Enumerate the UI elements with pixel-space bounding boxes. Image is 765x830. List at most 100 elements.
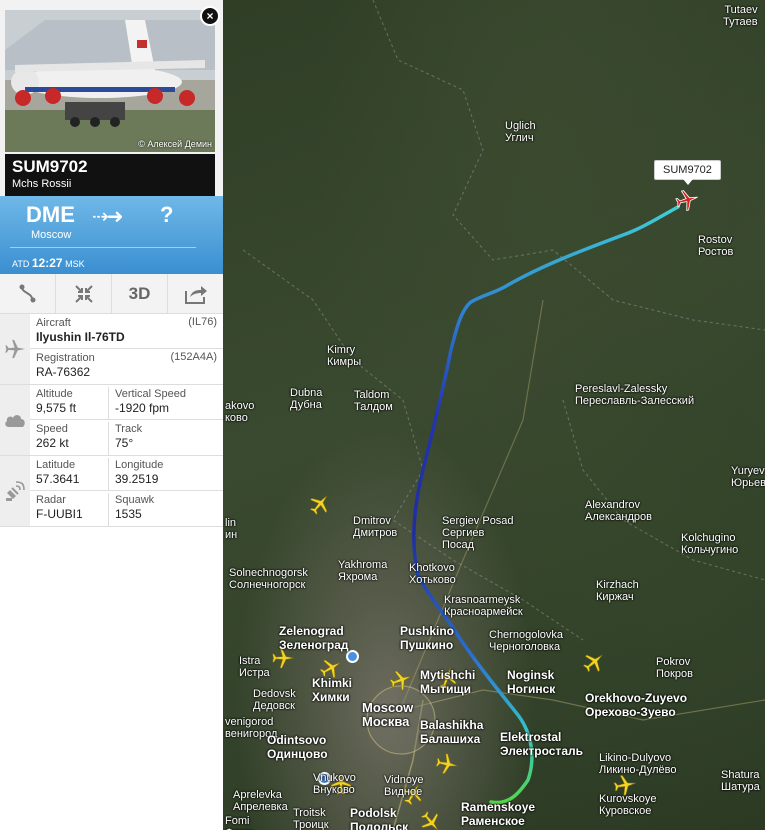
city-name-sergiev: Sergiev Posad Сергиев Посад [442, 515, 514, 551]
city-label-troitsk: Troitsk Троицк [293, 807, 329, 830]
city-label-akovo: akovo ково [225, 400, 254, 424]
city-name-pushkino: Pushkino Пушкино [400, 624, 455, 652]
city-label-aprelevka: Aprelevka Апрелевка [233, 789, 288, 813]
speed-value: 262 kt [36, 436, 69, 450]
aircraft-section-icon [0, 314, 30, 384]
collapse-button[interactable] [56, 274, 112, 313]
origin-airport-code[interactable]: DME [26, 202, 75, 228]
flight-details: Aircraft Ilyushin Il-76TD (IL76) Registra… [0, 314, 223, 527]
city-label-tutaev: Tutaev Тутаев [723, 4, 758, 28]
city-name-dubna: Dubna Дубна [290, 387, 323, 411]
destination-airport-code: ? [160, 202, 174, 227]
aircraft-label: Aircraft [36, 317, 71, 329]
city-label-dmitrov: Dmitrov Дмитров [353, 515, 397, 539]
latitude-value: 57.3641 [36, 472, 80, 486]
city-label-dedovsk: Dedovsk Дедовск [253, 688, 296, 712]
city-name-krasnoarm: Krasnoarmeysk Красноармейск [444, 594, 523, 618]
city-name-zelenograd: Zelenograd Зеленоград [279, 624, 349, 652]
map[interactable]: SUM9702 Tutaev Тутаев Uglich Углич Rostov Р… [223, 0, 765, 830]
city-label-uglich: Uglich Углич [505, 120, 536, 144]
aircraft-icon[interactable] [389, 668, 413, 692]
city-label-dubna: Dubna Дубна [290, 387, 322, 411]
airline-name: Mchs Rossii [12, 178, 72, 190]
flight-tag[interactable]: SUM9702 [654, 160, 721, 185]
city-name-kimry: Kimry Кимры [327, 344, 362, 368]
city-name-akovo: akovo ково [225, 400, 255, 424]
city-label-kirzhach: Kirzhach Киржач [596, 579, 639, 603]
city-label-pereslavl: Pereslavl-Zalessky Переславль-Залесский [575, 383, 694, 407]
track-label: Track [115, 423, 143, 435]
aircraft-icon[interactable] [308, 492, 332, 516]
city-name-lin: lin ин [225, 517, 238, 541]
aircraft-row: Aircraft Ilyushin Il-76TD (IL76) [30, 314, 223, 349]
city-name-kolchugino: Kolchugino Кольчугино [681, 532, 739, 556]
city-label-chernogol: Chernogolovka Черноголовка [489, 629, 563, 653]
city-name-dmitrov: Dmitrov Дмитров [353, 515, 398, 539]
aircraft-value: Ilyushin Il-76TD [36, 330, 125, 344]
city-label-krasnoarm: Krasnoarmeysk Красноармейск [444, 594, 523, 618]
flight-info-panel: © Алексей Демин SUM9702 Mchs Rossii × DM… [0, 0, 223, 830]
view-3d-button[interactable]: 3D [112, 274, 168, 313]
city-label-moscow: Moscow Москва [362, 701, 413, 729]
collapse-icon [74, 284, 93, 303]
city-label-taldom: Taldom Талдом [354, 389, 393, 413]
city-name-yuryev: YuryevЮрьев-П [731, 465, 765, 489]
registration-code: (152A4A) [170, 351, 217, 363]
city-name-elektrostal: Elektrostal Электросталь [500, 730, 583, 758]
city-name-dedovsk: Dedovsk Дедовск [253, 688, 296, 712]
city-label-elektrostal: Elektrostal Электросталь [500, 730, 583, 758]
city-name-khimki: Khimki Химки [312, 676, 353, 704]
city-label-rostov: Rostov Ростов [698, 234, 733, 258]
aircraft-code: (IL76) [188, 316, 217, 328]
city-name-pokrov: Pokrov Покров [656, 656, 693, 680]
share-button[interactable] [168, 274, 223, 313]
cloud-icon [5, 415, 25, 427]
city-name-yakhroma: Yakhroma Яхрома [338, 559, 388, 583]
city-label-lin: lin ин [225, 517, 237, 541]
atd-label: ATD [12, 259, 30, 269]
squawk-value: 1535 [115, 507, 142, 521]
aircraft-icon[interactable] [435, 752, 459, 776]
airplane-icon [5, 339, 26, 359]
city-name-taldom: Taldom Талдом [354, 389, 393, 413]
city-label-yuryev: YuryevЮрьев-П [731, 465, 765, 489]
radar-label: Radar [36, 494, 66, 506]
aircraft-icon[interactable] [419, 810, 443, 830]
city-name-khotkovo: Khotkovo Хотьково [409, 562, 456, 586]
city-name-podolsk: Podolsk Подольск [350, 806, 409, 830]
aircraft-photo[interactable]: © Алексей Демин [5, 10, 215, 152]
city-name-aprelevka: Aprelevka Апрелевка [233, 789, 288, 813]
radar-value: F-UUBI1 [36, 507, 83, 521]
city-name-odintsovo: Odintsovo Одинцово [267, 733, 328, 761]
registration-label: Registration [36, 352, 95, 364]
selected-aircraft-icon[interactable] [675, 188, 699, 212]
city-name-vnukovo: Vnukovo Внуково [313, 772, 356, 796]
city-label-kolchugino: Kolchugino Кольчугино [681, 532, 738, 556]
city-label-yakhroma: Yakhroma Яхрома [338, 559, 387, 583]
city-label-balashikha: Balashikha Балашиха [420, 718, 483, 746]
city-name-kirzhach: Kirzhach Киржач [596, 579, 639, 603]
city-label-noginsk: Noginsk Ногинск [507, 668, 555, 696]
atd-timezone: MSK [65, 259, 85, 269]
city-name-istra: Istra Истра [239, 655, 270, 679]
longitude-label: Longitude [115, 459, 164, 471]
route-divider [10, 247, 196, 248]
city-label-odintsovo: Odintsovo Одинцово [267, 733, 328, 761]
aircraft-icon[interactable] [582, 650, 606, 674]
route-icon [19, 284, 35, 302]
flight-toolbar: 3D [0, 274, 223, 314]
close-button[interactable]: × [200, 6, 220, 26]
city-label-podolsk: Podolsk Подольск [350, 806, 408, 830]
show-route-button[interactable] [0, 274, 56, 313]
speed-label: Speed [36, 423, 68, 435]
city-label-kurovskoye: Kurovskoye Куровское [599, 793, 656, 817]
radar-row: Radar F-UUBI1 Squawk 1535 [30, 491, 223, 526]
city-name-uglich: Uglich Углич [505, 120, 536, 144]
city-label-solnech: Solnechnogorsk Солнечногорск [229, 567, 308, 591]
city-name-fominsk: FomiФоми [225, 815, 253, 830]
photo-credit: © Алексей Демин [138, 139, 212, 149]
registration-row: Registration RA-76362 (152A4A) [30, 349, 223, 384]
flight-data-section-icon [0, 385, 30, 455]
callsign: SUM9702 [12, 157, 88, 176]
flight-data-section: Altitude 9,575 ft Vertical Speed -1920 fpm… [0, 385, 223, 456]
